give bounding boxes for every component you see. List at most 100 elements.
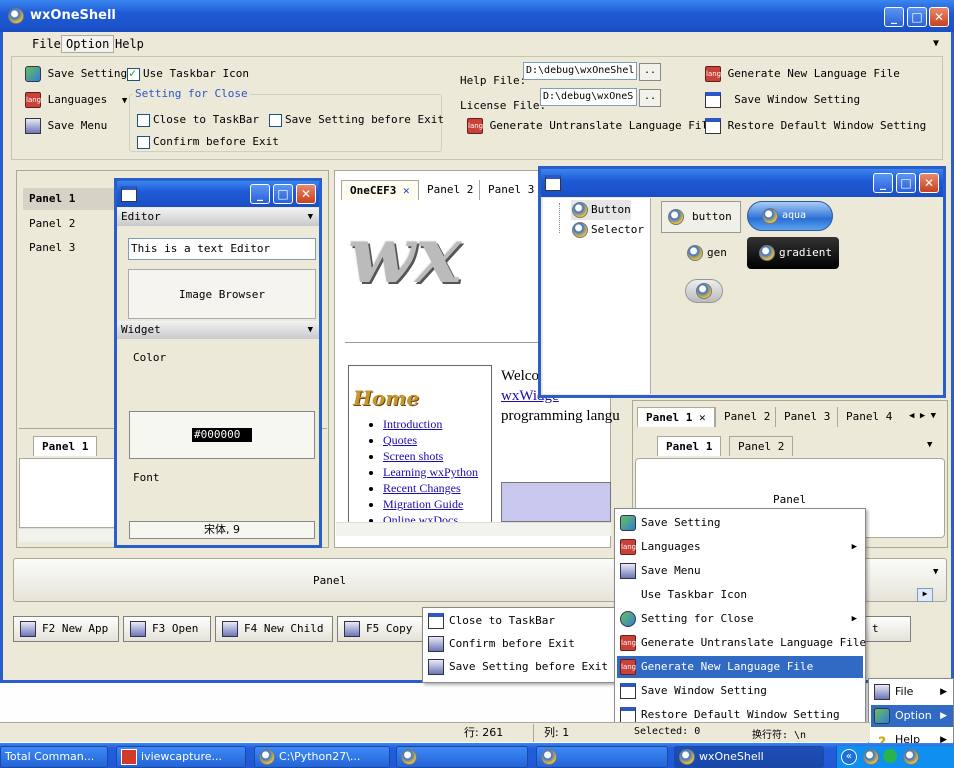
minimize-button[interactable]: _: [250, 184, 270, 204]
menu-file[interactable]: File: [28, 34, 65, 54]
tree-item-button[interactable]: Button: [571, 200, 631, 220]
widget-header[interactable]: Widget ▼: [117, 321, 319, 339]
close-button[interactable]: ✕: [929, 7, 949, 27]
taskbar-python[interactable]: C:\Python27\...: [254, 746, 390, 768]
license-file-input[interactable]: D:\debug\wxOneS: [540, 88, 637, 106]
tray-python-icon[interactable]: [863, 749, 879, 765]
taskbar-python-window-2[interactable]: [536, 746, 668, 768]
fkey-partial-button[interactable]: t: [865, 616, 911, 642]
editor-header[interactable]: Editor ▼: [117, 208, 319, 226]
menu-languages[interactable]: lang Languages ▶: [617, 536, 863, 558]
languages-button[interactable]: lang Languages ▼: [25, 92, 127, 108]
gradient-button[interactable]: gradient: [747, 237, 839, 269]
gen-new-language-button[interactable]: lang Generate New Language File: [705, 66, 900, 82]
menu-gen-untranslate[interactable]: lang Generate Untranslate Language File: [617, 632, 866, 654]
left-scrollbar[interactable]: [19, 528, 119, 542]
restore-default-button[interactable]: Restore Default Window Setting: [705, 118, 926, 134]
chevron-down-icon[interactable]: ▼: [933, 567, 938, 577]
font-picker-button[interactable]: 宋体, 9: [129, 521, 315, 539]
f4-new-child-button[interactable]: F4 New Child: [215, 616, 333, 642]
maximize-button[interactable]: □: [896, 173, 916, 193]
scroll-right-icon[interactable]: ▶: [917, 588, 933, 602]
tray-menu-option[interactable]: Option ▶: [871, 705, 953, 727]
chevron-down-icon[interactable]: ▼: [927, 440, 932, 450]
tray-wx-icon[interactable]: [903, 749, 919, 765]
chevron-down-icon[interactable]: ▼: [933, 38, 939, 49]
taskbar-iviewcapture[interactable]: iviewcapture...: [116, 746, 246, 768]
license-file-browse-button[interactable]: ..: [639, 89, 661, 107]
close-to-taskbar-checkbox[interactable]: Close to TaskBar: [137, 113, 259, 127]
save-window-setting-button[interactable]: Save Window Setting: [705, 92, 860, 108]
left-panel-item-3[interactable]: Panel 3: [29, 241, 75, 254]
menu-confirm-before-exit[interactable]: Confirm before Exit: [425, 633, 613, 655]
help-file-input[interactable]: D:\debug\wxOneShel: [523, 62, 637, 80]
tab-left-panel-1[interactable]: Panel 1: [33, 436, 98, 456]
button-demo-title-bar[interactable]: _ □ ✕: [541, 169, 943, 197]
menu-use-taskbar-icon[interactable]: Use Taskbar Icon: [617, 584, 863, 606]
image-browser[interactable]: Image Browser: [128, 269, 316, 319]
tab-center-panel-3[interactable]: Panel 3: [479, 180, 542, 200]
close-tab-icon[interactable]: ✕: [403, 184, 410, 197]
menu-setting-for-close[interactable]: Setting for Close ▶: [617, 608, 863, 630]
tab-right-panel-4[interactable]: Panel 4: [837, 407, 900, 427]
menu-save-window-setting[interactable]: Save Window Setting: [617, 680, 863, 702]
tab-right-sub-panel-1[interactable]: Panel 1: [657, 436, 722, 456]
close-tab-icon[interactable]: ✕: [699, 411, 706, 424]
color-picker-button[interactable]: #000000: [129, 411, 315, 459]
link-migration-guide[interactable]: Migration Guide: [383, 497, 463, 511]
maximize-button[interactable]: □: [273, 184, 293, 204]
save-menu-button[interactable]: Save Menu: [25, 118, 107, 134]
menu-close-to-taskbar[interactable]: Close to TaskBar: [425, 610, 613, 632]
tray-menu-file[interactable]: File ▶: [871, 681, 953, 703]
tree-item-selector[interactable]: Selector: [571, 220, 644, 240]
tab-right-panel-3[interactable]: Panel 3: [775, 407, 838, 427]
title-bar[interactable]: wxOneShell _ □ ✕: [0, 0, 954, 32]
close-button[interactable]: ✕: [296, 184, 316, 204]
tab-center-panel-2[interactable]: Panel 2: [419, 180, 481, 200]
center-scrollbar[interactable]: [336, 522, 611, 536]
menu-save-setting[interactable]: Save Setting: [617, 512, 863, 534]
f3-open-button[interactable]: F3 Open: [123, 616, 211, 642]
tab-nav-arrows-icon[interactable]: ◀ ▶ ▼: [909, 411, 936, 421]
link-introduction[interactable]: Introduction: [383, 417, 442, 431]
python-icon: [679, 749, 695, 765]
menu-save-menu[interactable]: Save Menu: [617, 560, 863, 582]
link-learning-wxpython[interactable]: Learning wxPython: [383, 465, 478, 479]
tab-right-panel-2[interactable]: Panel 2: [715, 407, 778, 427]
save-setting-before-exit-checkbox[interactable]: Save Setting before Exit: [269, 113, 444, 127]
editor-title-bar[interactable]: _ □ ✕: [117, 181, 319, 207]
gen-untranslate-button[interactable]: lang Generate Untranslate Language File: [467, 118, 715, 134]
confirm-before-exit-checkbox[interactable]: Confirm before Exit: [137, 135, 279, 149]
link-recent-changes[interactable]: Recent Changes: [383, 481, 461, 495]
menu-help[interactable]: Help: [111, 34, 148, 54]
menu-save-setting-before-exit[interactable]: Save Setting before Exit: [425, 656, 613, 678]
aqua-button[interactable]: aqua: [747, 201, 833, 231]
link-quotes[interactable]: Quotes: [383, 433, 417, 447]
tab-right-panel-1[interactable]: Panel 1 ✕: [637, 407, 715, 427]
tab-right-sub-panel-2[interactable]: Panel 2: [729, 436, 794, 456]
left-panel-item-1[interactable]: Panel 1: [23, 188, 119, 210]
tray-check-icon[interactable]: [883, 749, 897, 763]
demo-button[interactable]: button: [661, 201, 741, 233]
left-panel-item-2[interactable]: Panel 2: [29, 217, 75, 230]
menu-option[interactable]: Option: [61, 35, 115, 53]
maximize-button[interactable]: □: [907, 7, 927, 27]
help-file-browse-button[interactable]: ..: [639, 63, 661, 81]
taskbar-python-window[interactable]: [396, 746, 528, 768]
close-button[interactable]: ✕: [919, 173, 939, 193]
taskbar-wxoneshell[interactable]: wxOneShell: [674, 746, 824, 768]
bitmap-button[interactable]: [685, 279, 723, 303]
save-setting-button[interactable]: Save Setting: [25, 66, 127, 82]
minimize-button[interactable]: _: [884, 7, 904, 27]
taskbar-total-commander[interactable]: Total Comman...: [0, 746, 108, 768]
tab-onecef3[interactable]: OneCEF3 ✕: [341, 180, 419, 200]
f2-new-app-button[interactable]: F2 New App: [13, 616, 119, 642]
f5-copy-button[interactable]: F5 Copy: [337, 616, 423, 642]
minimize-button[interactable]: _: [873, 173, 893, 193]
link-screen-shots[interactable]: Screen shots: [383, 449, 443, 463]
tray-arrow-icon[interactable]: «: [841, 749, 857, 765]
menu-gen-new-language[interactable]: lang Generate New Language File: [617, 656, 863, 678]
use-taskbar-icon-checkbox[interactable]: Use Taskbar Icon: [127, 66, 249, 81]
gen-button[interactable]: gen: [661, 237, 745, 269]
editor-text-input[interactable]: This is a text Editor: [128, 238, 316, 260]
